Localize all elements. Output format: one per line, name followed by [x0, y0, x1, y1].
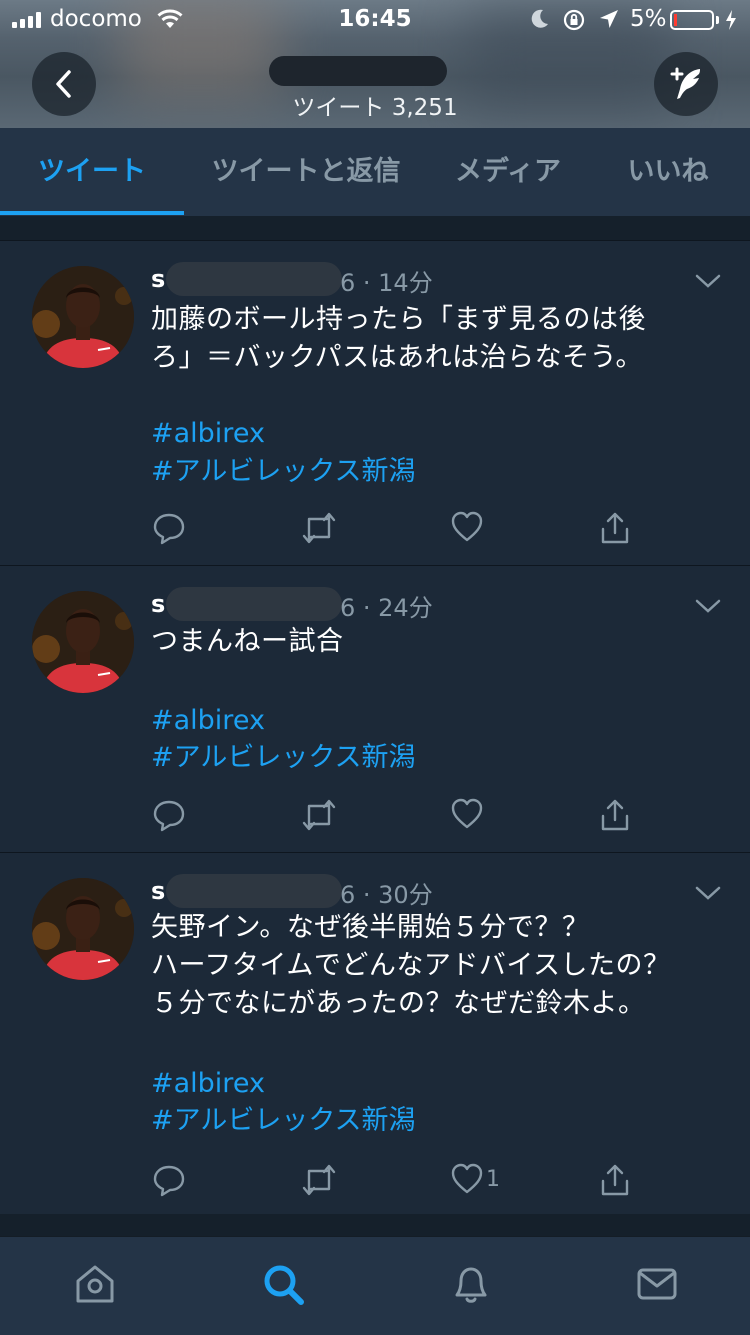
share-icon[interactable]	[598, 798, 632, 832]
chevron-down-icon[interactable]	[694, 598, 722, 614]
avatar[interactable]	[32, 878, 134, 980]
compose-tweet-icon	[670, 67, 700, 99]
tab-tweets-and-replies[interactable]: ツイートと返信	[188, 128, 424, 216]
hashtag-link[interactable]: #albirex	[151, 702, 265, 740]
active-tab-indicator	[0, 211, 184, 215]
like-count: 1	[486, 1167, 500, 1192]
search-icon[interactable]	[260, 1261, 306, 1307]
share-icon[interactable]	[598, 1163, 632, 1197]
tweet-author-name[interactable]: s	[151, 265, 165, 293]
notifications-icon[interactable]	[448, 1261, 494, 1307]
orientation-lock-icon	[563, 9, 585, 31]
compose-tweet-button[interactable]	[654, 52, 718, 116]
tab-likes[interactable]: いいね	[600, 128, 736, 216]
retweet-icon[interactable]	[300, 1163, 338, 1197]
author-handle-redacted	[166, 262, 342, 296]
author-handle-redacted	[166, 587, 342, 621]
divider	[0, 1214, 750, 1236]
tab-media[interactable]: メディア	[432, 128, 584, 216]
profile-tabs: ツイート ツイートと返信 メディア いいね	[0, 128, 750, 216]
tweet-actions: 1	[0, 1163, 750, 1203]
like-icon[interactable]	[450, 1163, 484, 1195]
hashtag-link[interactable]: #アルビレックス新潟	[151, 1102, 416, 1140]
profile-name-redacted	[269, 56, 447, 86]
hashtag-link[interactable]: #albirex	[151, 415, 265, 453]
divider	[0, 216, 750, 240]
tweet-author-name[interactable]: s	[151, 590, 165, 618]
battery-icon	[670, 10, 714, 30]
reply-icon[interactable]	[152, 511, 186, 545]
bottom-tab-bar	[0, 1236, 750, 1335]
tweet-author-name[interactable]: s	[151, 877, 165, 905]
avatar-photo	[32, 266, 134, 368]
tweet-text: 加藤のボール持ったら「まず見るのは後 ろ」＝バックパスはあれは治らなそう。	[151, 301, 711, 377]
location-arrow-icon	[600, 10, 618, 28]
hashtag-link[interactable]: #albirex	[151, 1065, 265, 1103]
tweet-timestamp: 6 · 24分	[340, 594, 433, 622]
hashtag-link[interactable]: #アルビレックス新潟	[151, 453, 416, 491]
avatar-photo	[32, 591, 134, 693]
tweet-text-line: ５分でなにがあったの？なぜだ鈴木よ。	[151, 988, 646, 1019]
reply-icon[interactable]	[152, 1163, 186, 1197]
tweet-text-line: 加藤のボール持ったら「まず見るのは後	[151, 304, 646, 335]
like-icon[interactable]	[450, 511, 484, 543]
tweet-actions	[0, 798, 750, 838]
charging-bolt-icon	[726, 10, 736, 30]
reply-icon[interactable]	[152, 798, 186, 832]
share-icon[interactable]	[598, 511, 632, 545]
tweet-text-line: ハーフタイムでどんなアドバイスしたの？	[151, 950, 671, 981]
tweet-timestamp: 6 · 14分	[340, 269, 433, 297]
tweet-text-line: ろ」＝バックパスはあれは治らなそう。	[151, 342, 644, 373]
tweet-count: ツイート 3,251	[292, 95, 458, 121]
author-handle-redacted	[166, 874, 342, 908]
battery-nub	[716, 16, 719, 24]
tweet-text-line: 矢野イン。なぜ後半開始５分で？？	[151, 912, 590, 943]
tweet-text-line: つまんねー試合	[151, 626, 344, 657]
hashtag-link[interactable]: #アルビレックス新潟	[151, 739, 416, 777]
home-icon[interactable]	[72, 1261, 118, 1307]
battery-percent: 5%	[630, 6, 667, 32]
avatar[interactable]	[32, 591, 134, 693]
tweet-item[interactable]: s 6 · 24分 つまんねー試合 #albirex #アルビレックス新潟	[0, 565, 750, 853]
chevron-down-icon[interactable]	[694, 273, 722, 289]
status-bar: docomo 16:45 5%	[0, 0, 750, 40]
tweet-item[interactable]: s 6 · 14分 加藤のボール持ったら「まず見るのは後 ろ」＝バックパスはあれ…	[0, 240, 750, 566]
retweet-icon[interactable]	[300, 798, 338, 832]
avatar-photo	[32, 878, 134, 980]
chevron-down-icon[interactable]	[694, 885, 722, 901]
do-not-disturb-icon	[531, 9, 548, 28]
tweet-timestamp: 6 · 30分	[340, 881, 433, 909]
tweet-actions	[0, 511, 750, 551]
retweet-icon[interactable]	[300, 511, 338, 545]
battery-level	[674, 14, 677, 26]
like-icon[interactable]	[450, 798, 484, 830]
tweet-item[interactable]: s 6 · 30分 矢野イン。なぜ後半開始５分で？？ ハーフタイムでどんなアドバ…	[0, 852, 750, 1215]
avatar[interactable]	[32, 266, 134, 368]
tab-tweets[interactable]: ツイート	[0, 128, 184, 216]
tweet-text: つまんねー試合	[151, 623, 711, 661]
tweet-text: 矢野イン。なぜ後半開始５分で？？ ハーフタイムでどんなアドバイスしたの？ ５分で…	[151, 909, 731, 1023]
messages-icon[interactable]	[634, 1261, 680, 1307]
profile-header: docomo 16:45 5% ツイート 3,251	[0, 0, 750, 128]
